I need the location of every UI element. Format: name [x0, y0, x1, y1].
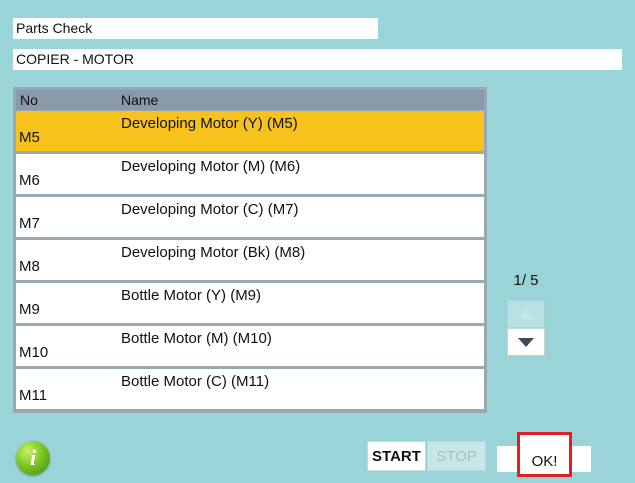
row-number: M7	[19, 215, 40, 232]
ok-label: OK!	[531, 453, 558, 470]
page-down-button[interactable]	[507, 328, 545, 356]
row-name: Developing Motor (C) (M7)	[121, 201, 299, 218]
column-header-name: Name	[121, 92, 159, 108]
row-name: Developing Motor (Bk) (M8)	[121, 244, 306, 261]
table-row[interactable]: M5 Developing Motor (Y) (M5)	[16, 111, 484, 151]
row-number: M5	[19, 129, 40, 146]
row-number: M10	[19, 344, 49, 361]
row-number: M11	[19, 387, 48, 404]
table-row[interactable]: M7 Developing Motor (C) (M7)	[16, 197, 484, 237]
parts-table: No Name M5 Developing Motor (Y) (M5) M6 …	[13, 87, 487, 413]
screen-title: Parts Check	[13, 18, 378, 39]
row-number: M9	[19, 301, 40, 318]
row-name: Developing Motor (M) (M6)	[121, 158, 301, 175]
info-icon[interactable]: i	[16, 441, 50, 475]
table-header: No Name	[16, 90, 484, 110]
row-name: Bottle Motor (M) (M10)	[121, 330, 272, 347]
info-glyph: i	[29, 445, 37, 470]
start-button[interactable]: START	[367, 441, 426, 471]
triangle-up-icon	[518, 309, 534, 319]
table-row[interactable]: M6 Developing Motor (M) (M6)	[16, 154, 484, 194]
triangle-down-icon	[518, 337, 534, 347]
table-row[interactable]: M11 Bottle Motor (C) (M11)	[16, 369, 484, 409]
table-row[interactable]: M8 Developing Motor (Bk) (M8)	[16, 240, 484, 280]
row-number: M8	[19, 258, 40, 275]
table-row[interactable]: M9 Bottle Motor (Y) (M9)	[16, 283, 484, 323]
breadcrumb: COPIER - MOTOR	[13, 49, 622, 70]
column-header-no: No	[20, 92, 38, 108]
row-name: Developing Motor (Y) (M5)	[121, 115, 298, 132]
row-name: Bottle Motor (Y) (M9)	[121, 287, 262, 304]
row-name: Bottle Motor (C) (M11)	[121, 373, 270, 390]
page-up-button[interactable]	[507, 300, 545, 328]
ok-button[interactable]: OK!	[517, 432, 572, 477]
page-indicator: 1/ 5	[513, 272, 539, 289]
stop-button[interactable]: STOP	[427, 441, 486, 471]
table-row[interactable]: M10 Bottle Motor (M) (M10)	[16, 326, 484, 366]
row-number: M6	[19, 172, 40, 189]
